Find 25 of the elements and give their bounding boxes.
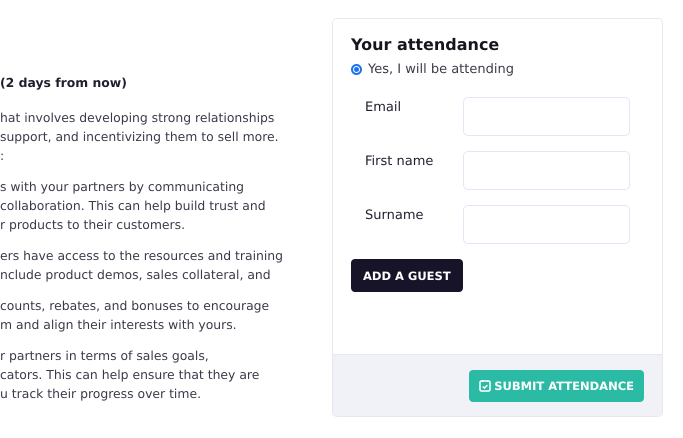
article-text: cators. This can help ensure that they are [0, 366, 260, 384]
article-text: : [0, 147, 6, 165]
add-guest-button[interactable]: ADD A GUEST [351, 259, 463, 292]
field-label: Surname [365, 207, 424, 223]
article-text: collaboration. This can help build trust and [0, 197, 267, 215]
article-text: nclude product demos, sales collateral, and [0, 266, 272, 284]
article-text: support, and incentivizing them to sell more. [0, 128, 280, 146]
article-text: r products to their customers. [0, 216, 186, 234]
input-field[interactable] [463, 97, 630, 136]
input-field[interactable] [463, 151, 630, 190]
card-title: Your attendance [351, 35, 500, 54]
input-field[interactable] [463, 205, 630, 244]
field-label: First name [365, 153, 434, 169]
calendar-check-icon [479, 379, 492, 392]
article-text: counts, rebates, and bonuses to encourage [0, 297, 270, 315]
schedule-heading: (2 days from now) [0, 74, 128, 92]
article-text: r partners in terms of sales goals, [0, 347, 210, 365]
attending-radio[interactable]: Yes, I will be attending [351, 62, 644, 77]
article-text: ers have access to the resources and training [0, 247, 284, 265]
article-text: u track their progress over time. [0, 385, 202, 403]
field-label: Email [365, 99, 402, 115]
radio-dot[interactable] [351, 64, 362, 75]
article-text: s with your partners by communicating [0, 178, 246, 196]
article-text: m and align their interests with yours. [0, 316, 238, 334]
article-text: hat involves developing strong relationships [0, 109, 276, 127]
